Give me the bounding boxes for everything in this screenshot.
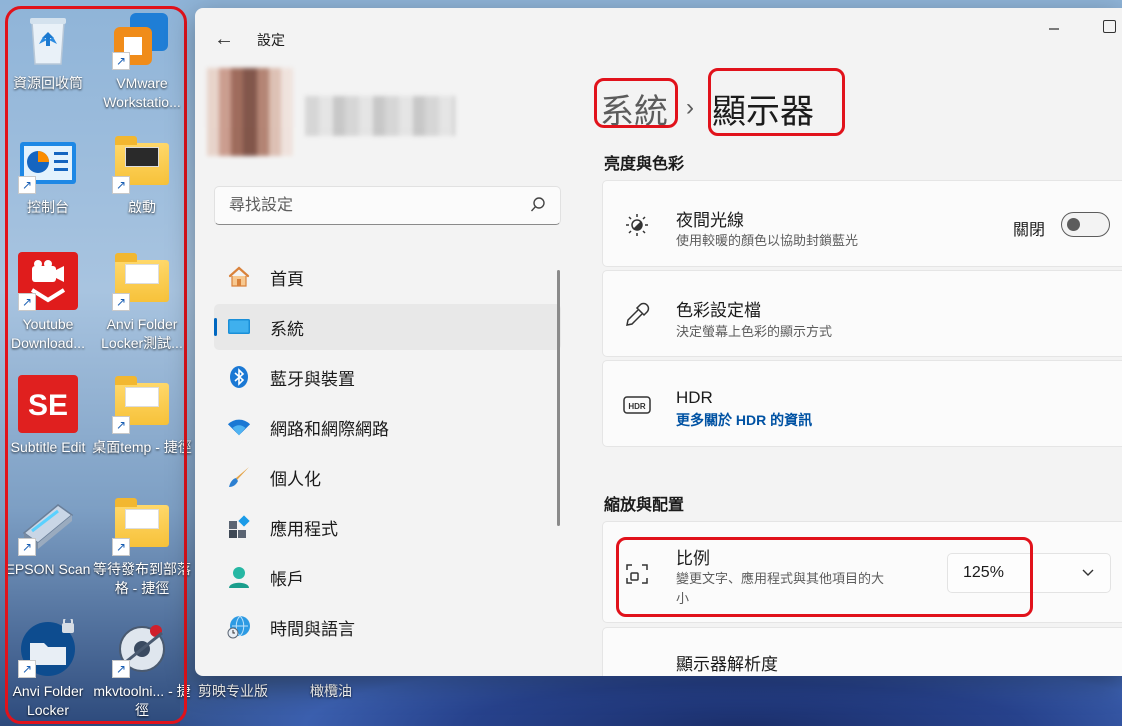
resolution-card[interactable]: 顯示器解析度	[602, 627, 1122, 676]
section-title-brightness: 亮度與色彩	[604, 156, 685, 173]
sidebar-item-label: 個人化	[270, 469, 321, 489]
sidebar-item-label: 首頁	[270, 269, 304, 289]
time-language-icon	[227, 615, 251, 639]
highlight-breadcrumb-parent	[594, 78, 678, 128]
system-icon	[227, 315, 251, 339]
maximize-button[interactable]	[1103, 20, 1116, 33]
apps-icon	[227, 515, 251, 539]
settings-window: ← 設定 首頁	[195, 8, 1122, 676]
bluetooth-icon	[227, 365, 251, 389]
home-icon	[227, 265, 251, 289]
hdr-icon: HDR	[623, 391, 651, 419]
search-input[interactable]	[229, 195, 519, 217]
color-profile-card[interactable]: 色彩設定檔 決定螢幕上色彩的顯示方式	[602, 270, 1122, 357]
sidebar-item-time-language[interactable]: 時間與語言	[214, 604, 561, 650]
sidebar-item-apps[interactable]: 應用程式	[214, 504, 561, 550]
app-title: 設定	[257, 32, 285, 48]
active-indicator	[214, 318, 217, 336]
toggle-knob	[1067, 217, 1080, 231]
night-light-toggle[interactable]	[1061, 212, 1110, 237]
sidebar-item-accounts[interactable]: 帳戶	[214, 554, 561, 600]
chevron-down-icon	[1082, 566, 1094, 580]
highlight-scale-setting	[616, 537, 1033, 617]
highlight-page-title	[708, 68, 845, 136]
account-icon	[227, 565, 251, 589]
brightness-icon	[623, 211, 651, 239]
sidebar-item-home[interactable]: 首頁	[214, 254, 561, 300]
hdr-title: HDR	[676, 388, 713, 407]
wifi-icon	[227, 415, 251, 439]
back-button[interactable]: ←	[211, 26, 237, 52]
resolution-title: 顯示器解析度	[676, 655, 778, 674]
search-icon[interactable]	[530, 196, 546, 214]
eyedropper-icon	[623, 301, 651, 329]
search-box[interactable]	[214, 186, 561, 225]
sidebar-item-label: 應用程式	[270, 519, 338, 539]
minimize-button[interactable]	[1047, 22, 1061, 36]
sidebar-nav: 首頁 系統 藍牙與裝置 網路和網際網路 個人化 應用程式 帳戶 時間與語言	[214, 254, 561, 654]
night-light-state: 關閉	[1013, 222, 1046, 239]
hdr-more-info-link[interactable]: 更多關於 HDR 的資訊	[676, 410, 812, 430]
breadcrumb-separator: ›	[686, 94, 694, 121]
sidebar-item-label: 系統	[270, 319, 304, 339]
highlight-desktop-icons	[5, 6, 187, 724]
sidebar-item-label: 網路和網際網路	[270, 419, 389, 439]
night-light-card[interactable]: 夜間光線 使用較暖的顏色以協助封鎖藍光 關閉	[602, 180, 1122, 267]
sidebar-item-bluetooth[interactable]: 藍牙與裝置	[214, 354, 561, 400]
avatar[interactable]	[207, 68, 293, 156]
sidebar-item-personalization[interactable]: 個人化	[214, 454, 561, 500]
svg-text:HDR: HDR	[628, 402, 646, 411]
night-light-title: 夜間光線	[676, 211, 744, 230]
section-title-scale-layout: 縮放與配置	[604, 497, 685, 514]
brush-icon	[227, 465, 251, 489]
night-light-subtitle: 使用較暖的顏色以協助封鎖藍光	[676, 233, 859, 248]
desktop-label-olive-oil: 橄欖油	[310, 683, 352, 699]
desktop-label-jianying: 剪映专业版	[198, 683, 268, 699]
title-bar: ← 設定	[195, 8, 1122, 68]
sidebar-item-network[interactable]: 網路和網際網路	[214, 404, 561, 450]
color-profile-subtitle: 決定螢幕上色彩的顯示方式	[676, 324, 833, 339]
sidebar-item-label: 時間與語言	[270, 619, 355, 639]
sidebar-item-label: 藍牙與裝置	[270, 369, 355, 389]
sidebar-item-label: 帳戶	[270, 569, 304, 589]
sidebar-scrollbar[interactable]	[557, 270, 560, 526]
sidebar-item-system[interactable]: 系統	[214, 304, 561, 350]
hdr-card[interactable]: HDR HDR 更多關於 HDR 的資訊	[602, 360, 1122, 447]
account-name-blurred	[305, 96, 455, 136]
color-profile-title: 色彩設定檔	[676, 301, 761, 320]
